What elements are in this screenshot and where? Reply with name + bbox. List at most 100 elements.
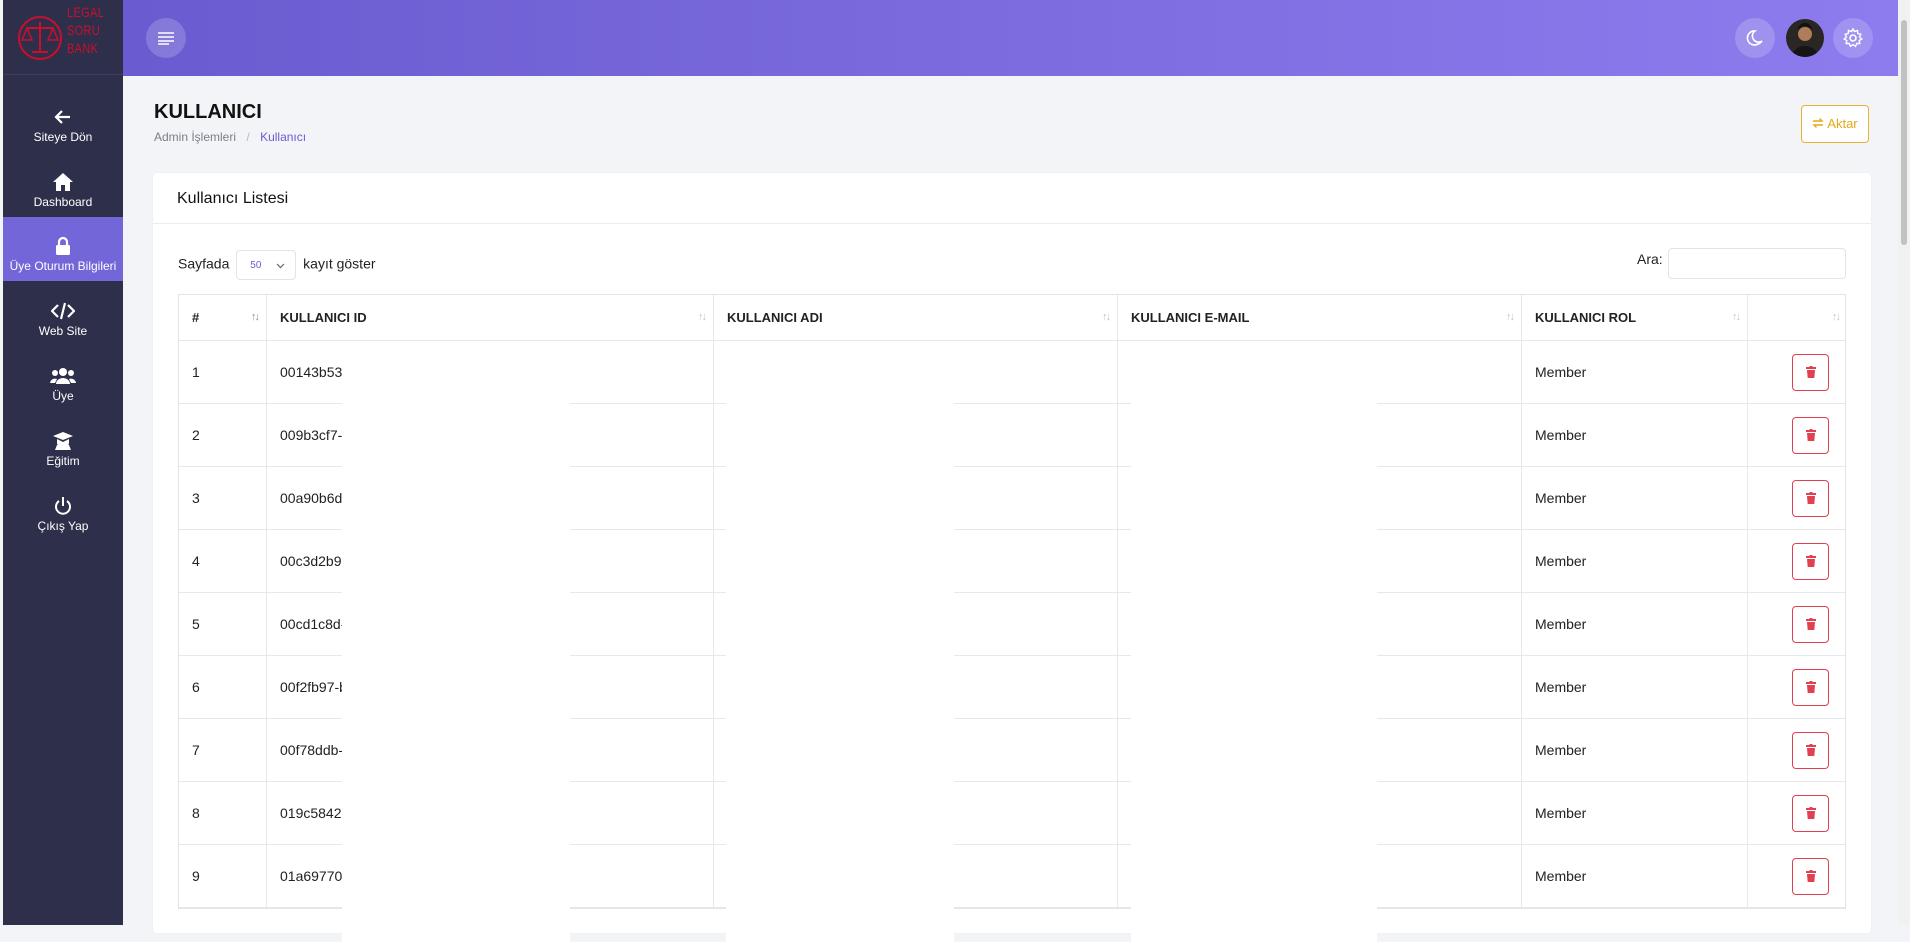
sidebar-item-siteye-don[interactable]: Siteye Dön (3, 88, 123, 152)
avatar[interactable] (1786, 19, 1824, 57)
settings-button[interactable] (1833, 18, 1873, 58)
cell-user-role-text: Member (1535, 868, 1587, 884)
delete-button[interactable] (1792, 605, 1829, 643)
length-suffix: kayıt göster (303, 255, 376, 272)
delete-button[interactable] (1792, 479, 1829, 517)
users-icon (50, 368, 76, 384)
cell-number-text: 3 (192, 490, 200, 506)
swap-arrows-icon (1812, 118, 1825, 128)
column-header-user-email[interactable]: KULLANICI E-MAIL ↑↓ (1118, 295, 1522, 340)
column-header-user-id[interactable]: KULLANICI ID ↑↓ (267, 295, 714, 340)
cell-user-role: Member (1522, 341, 1748, 403)
cell-number: 3 (179, 467, 267, 529)
logo[interactable]: LEGAL SORU BANK (3, 0, 123, 75)
sort-icon: ↑↓ (1102, 311, 1111, 323)
length-prefix: Sayfada (178, 255, 230, 272)
cell-user-id-text: 00f2fb97-b (280, 679, 347, 695)
dark-mode-toggle-button[interactable] (1735, 18, 1775, 58)
sidebar-item-label: Dashboard (33, 195, 93, 209)
scrollbar-thumb[interactable] (1901, 20, 1907, 245)
header-label: KULLANICI E-MAIL (1131, 310, 1250, 325)
cell-number: 4 (179, 530, 267, 592)
column-header-user-name[interactable]: KULLANICI ADI ↑↓ (714, 295, 1118, 340)
table-header-row: # ↑↓ KULLANICI ID ↑↓ KULLANICI ADI ↑↓ KULLA… (179, 295, 1845, 341)
sidebar-item-dashboard[interactable]: Dashboard (3, 153, 123, 217)
logo-line-2: SORU (67, 22, 101, 38)
sidebar-item-cikis-yap[interactable]: Çıkış Yap (3, 477, 123, 541)
cell-user-role-text: Member (1535, 616, 1587, 632)
sidebar-item-egitim[interactable]: Eğitim (3, 412, 123, 476)
search-label: Ara: (1637, 251, 1663, 267)
redaction-mask (1131, 342, 1377, 942)
lock-icon (56, 236, 70, 255)
menu-toggle-button[interactable] (146, 18, 186, 58)
user-list-card: Kullanıcı Listesi Sayfada 50 kayıt göste… (153, 173, 1871, 942)
cell-user-id-text: 00c3d2b9- (280, 553, 347, 569)
header-label: # (192, 310, 200, 325)
cell-number-text: 8 (192, 805, 200, 821)
arrow-left-icon (54, 110, 70, 124)
cell-user-role: Member (1522, 467, 1748, 529)
cell-number: 7 (179, 719, 267, 781)
delete-button[interactable] (1792, 857, 1829, 895)
cell-number-text: 1 (192, 364, 200, 380)
column-header-number[interactable]: # ↑↓ (179, 295, 267, 340)
chevron-down-icon (276, 263, 285, 269)
cell-user-role-text: Member (1535, 364, 1587, 380)
logo-line-1: LEGAL (67, 4, 105, 20)
column-header-actions[interactable]: ↑↓ (1748, 295, 1847, 340)
menu-lines-icon (158, 32, 174, 45)
delete-button[interactable] (1792, 668, 1829, 706)
users-table: # ↑↓ KULLANICI ID ↑↓ KULLANICI ADI ↑↓ KULLA… (178, 294, 1847, 942)
sidebar-item-label: Siteye Dön (33, 130, 93, 144)
aktar-button[interactable]: Aktar (1801, 105, 1869, 143)
sidebar-item-web-site[interactable]: Web Site (3, 282, 123, 346)
logo-text: LEGAL SORU BANK (67, 3, 104, 57)
cell-actions (1748, 719, 1847, 781)
cell-user-role: Member (1522, 719, 1748, 781)
delete-button[interactable] (1792, 542, 1829, 580)
cell-user-role-text: Member (1535, 490, 1587, 506)
cell-actions (1748, 593, 1847, 655)
aktar-label: Aktar (1827, 116, 1858, 131)
redaction-mask (342, 342, 570, 942)
search-input[interactable] (1668, 248, 1846, 279)
delete-button[interactable] (1792, 794, 1829, 832)
cell-actions (1748, 656, 1847, 718)
cell-number: 2 (179, 404, 267, 466)
sidebar-item-uye[interactable]: Üye (3, 347, 123, 411)
delete-button[interactable] (1792, 416, 1829, 454)
trash-icon (1805, 807, 1816, 819)
cell-actions (1748, 845, 1847, 907)
delete-button[interactable] (1792, 353, 1829, 391)
page-scrollbar[interactable] (1898, 0, 1910, 925)
breadcrumb-item-admin[interactable]: Admin İşlemleri (154, 130, 236, 144)
cell-actions (1748, 467, 1847, 529)
breadcrumb-separator: / (246, 130, 250, 144)
sort-icon: ↑↓ (1506, 311, 1515, 323)
cell-user-role: Member (1522, 845, 1748, 907)
cell-user-role-text: Member (1535, 805, 1587, 821)
sidebar-item-uye-oturum-bilgileri[interactable]: Üye Oturum Bilgileri (3, 217, 123, 281)
graduation-cap-icon (53, 432, 73, 450)
trash-icon (1805, 681, 1816, 693)
sidebar-item-label: Web Site (38, 324, 88, 338)
cell-number-text: 9 (192, 868, 200, 884)
cell-user-id-text: 019c5842- (280, 805, 347, 821)
page-length-select[interactable]: 50 (236, 250, 297, 280)
cell-user-role: Member (1522, 656, 1748, 718)
cell-number: 5 (179, 593, 267, 655)
home-icon (53, 173, 73, 191)
header-label: KULLANICI ROL (1535, 310, 1637, 325)
cell-user-role: Member (1522, 530, 1748, 592)
delete-button[interactable] (1792, 731, 1829, 769)
sort-icon: ↑↓ (1832, 311, 1841, 323)
user-avatar-icon (1792, 23, 1818, 57)
trash-icon (1805, 618, 1816, 630)
breadcrumb-item-current: Kullanıcı (260, 130, 307, 144)
sort-icon: ↑↓ (1732, 311, 1741, 323)
cell-number: 8 (179, 782, 267, 844)
cell-actions (1748, 782, 1847, 844)
column-header-user-role[interactable]: KULLANICI ROL ↑↓ (1522, 295, 1748, 340)
redaction-mask (726, 342, 954, 942)
